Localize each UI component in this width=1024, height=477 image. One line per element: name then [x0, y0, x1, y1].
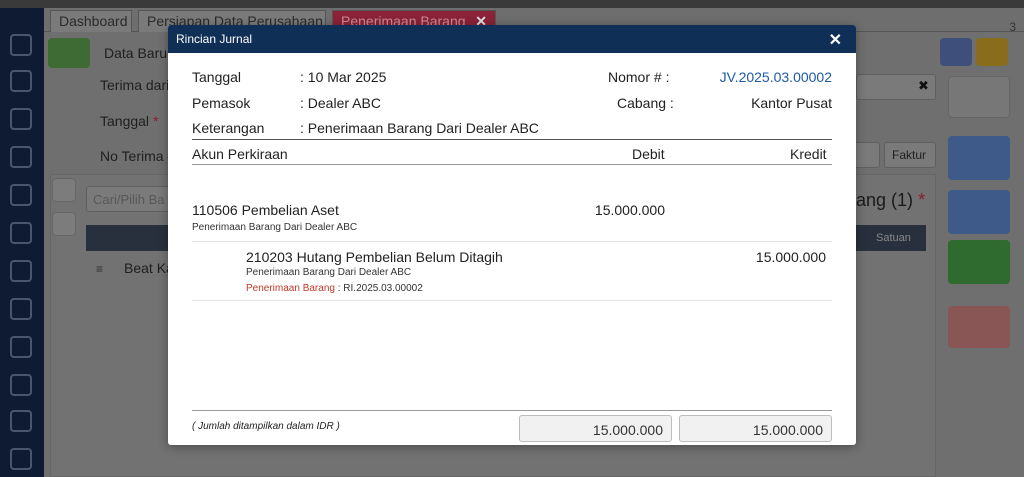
item-row-label: Beat Ka — [124, 260, 174, 276]
building-icon[interactable] — [10, 108, 32, 130]
total-debit-box: 15.000.000 — [519, 415, 672, 442]
kredit-header: Kredit — [790, 146, 827, 162]
modal-body: Tanggal : 10 Mar 2025 Pemasok : Dealer A… — [192, 53, 832, 445]
akun-header: Akun Perkiraan — [192, 146, 288, 162]
warehouse-icon[interactable] — [10, 70, 32, 92]
keterangan-label: Keterangan — [192, 120, 265, 136]
close-icon[interactable]: ✕ — [829, 30, 842, 50]
factory-icon[interactable] — [10, 374, 32, 396]
modal-header: Rincian Jurnal ✕ — [168, 25, 856, 53]
sidebar — [0, 8, 44, 477]
debit-header: Debit — [632, 146, 665, 162]
barang-count-label: ang (1) * — [856, 190, 926, 210]
tab-label: Dashboard — [59, 13, 128, 29]
tab-count: 3 — [1009, 20, 1016, 34]
drag-handle-icon[interactable]: ≡ — [96, 262, 103, 276]
document-tab-icon[interactable] — [52, 178, 76, 202]
cabang-value: Kantor Pusat — [751, 95, 832, 111]
nomor-link[interactable]: JV.2025.03.00002 — [720, 69, 832, 85]
report-icon[interactable] — [10, 448, 32, 470]
currency-note: ( Jumlah ditampilkan dalam IDR ) — [192, 421, 340, 432]
bulb-icon[interactable] — [976, 38, 1008, 66]
table-row: 110506 Pembelian Aset Penerimaan Barang … — [192, 165, 832, 242]
no-terima-label: No Terima # — [100, 148, 176, 164]
info-tab-icon[interactable] — [52, 212, 76, 236]
terima-dari-label: Terima dari — [100, 77, 170, 93]
settings-icon[interactable] — [10, 34, 32, 56]
account-name: 210203 Hutang Pembelian Belum Ditagih — [246, 249, 503, 265]
list-button[interactable] — [48, 38, 90, 68]
faktur-button[interactable]: Faktur — [884, 142, 936, 168]
cart-icon[interactable] — [10, 260, 32, 282]
cabang-label: Cabang : — [617, 95, 674, 111]
account-name: 110506 Pembelian Aset — [192, 202, 339, 218]
dropdown-button[interactable] — [852, 142, 880, 168]
satuan-header: Satuan — [876, 232, 911, 244]
tax-icon[interactable] — [10, 410, 32, 432]
print-button[interactable] — [948, 136, 1010, 180]
account-description: Penerimaan Barang Dari Dealer ABC — [246, 267, 412, 278]
footer-divider — [192, 410, 832, 411]
kredit-amount: 15.000.000 — [755, 249, 826, 265]
account-description: Penerimaan Barang Dari Dealer ABC — [192, 222, 358, 233]
boxes-icon[interactable] — [10, 336, 32, 358]
reference-link[interactable]: Penerimaan Barang : RI.2025.03.00002 — [246, 283, 423, 294]
save-button[interactable] — [948, 76, 1010, 118]
clear-icon[interactable]: ✖ — [918, 78, 929, 94]
delete-button[interactable] — [948, 306, 1010, 348]
item-search-input[interactable]: Cari/Pilih Ba — [86, 186, 176, 212]
gear-icon[interactable] — [940, 38, 972, 66]
trolley-icon[interactable] — [10, 298, 32, 320]
modal-title: Rincian Jurnal — [176, 32, 253, 46]
bank-icon[interactable] — [10, 184, 32, 206]
journal-detail-modal: Rincian Jurnal ✕ Tanggal : 10 Mar 2025 P… — [168, 25, 856, 445]
keterangan-value: : Penerimaan Barang Dari Dealer ABC — [300, 120, 539, 136]
tab-dashboard[interactable]: Dashboard — [50, 10, 132, 32]
data-baru-label: Data Baru — [104, 45, 168, 61]
pemasok-value: : Dealer ABC — [300, 95, 381, 111]
journal-table-header: Akun Perkiraan Debit Kredit — [192, 139, 832, 165]
tanggal-label: Tanggal — [192, 69, 242, 85]
table-row: 210203 Hutang Pembelian Belum Ditagih Pe… — [192, 242, 832, 301]
total-kredit-box: 15.000.000 — [679, 415, 832, 442]
price-tag-icon[interactable] — [10, 222, 32, 244]
top-strip — [0, 0, 1024, 8]
pemasok-label: Pemasok — [192, 95, 251, 111]
nomor-label: Nomor # : — [608, 69, 670, 85]
tanggal-label-bg: Tanggal * — [100, 113, 159, 129]
attachment-button[interactable] — [948, 190, 1010, 234]
debit-amount: 15.000.000 — [594, 202, 665, 218]
tanggal-value: : 10 Mar 2025 — [300, 69, 387, 85]
more-options-button[interactable] — [948, 240, 1010, 284]
book-icon[interactable] — [10, 146, 32, 168]
